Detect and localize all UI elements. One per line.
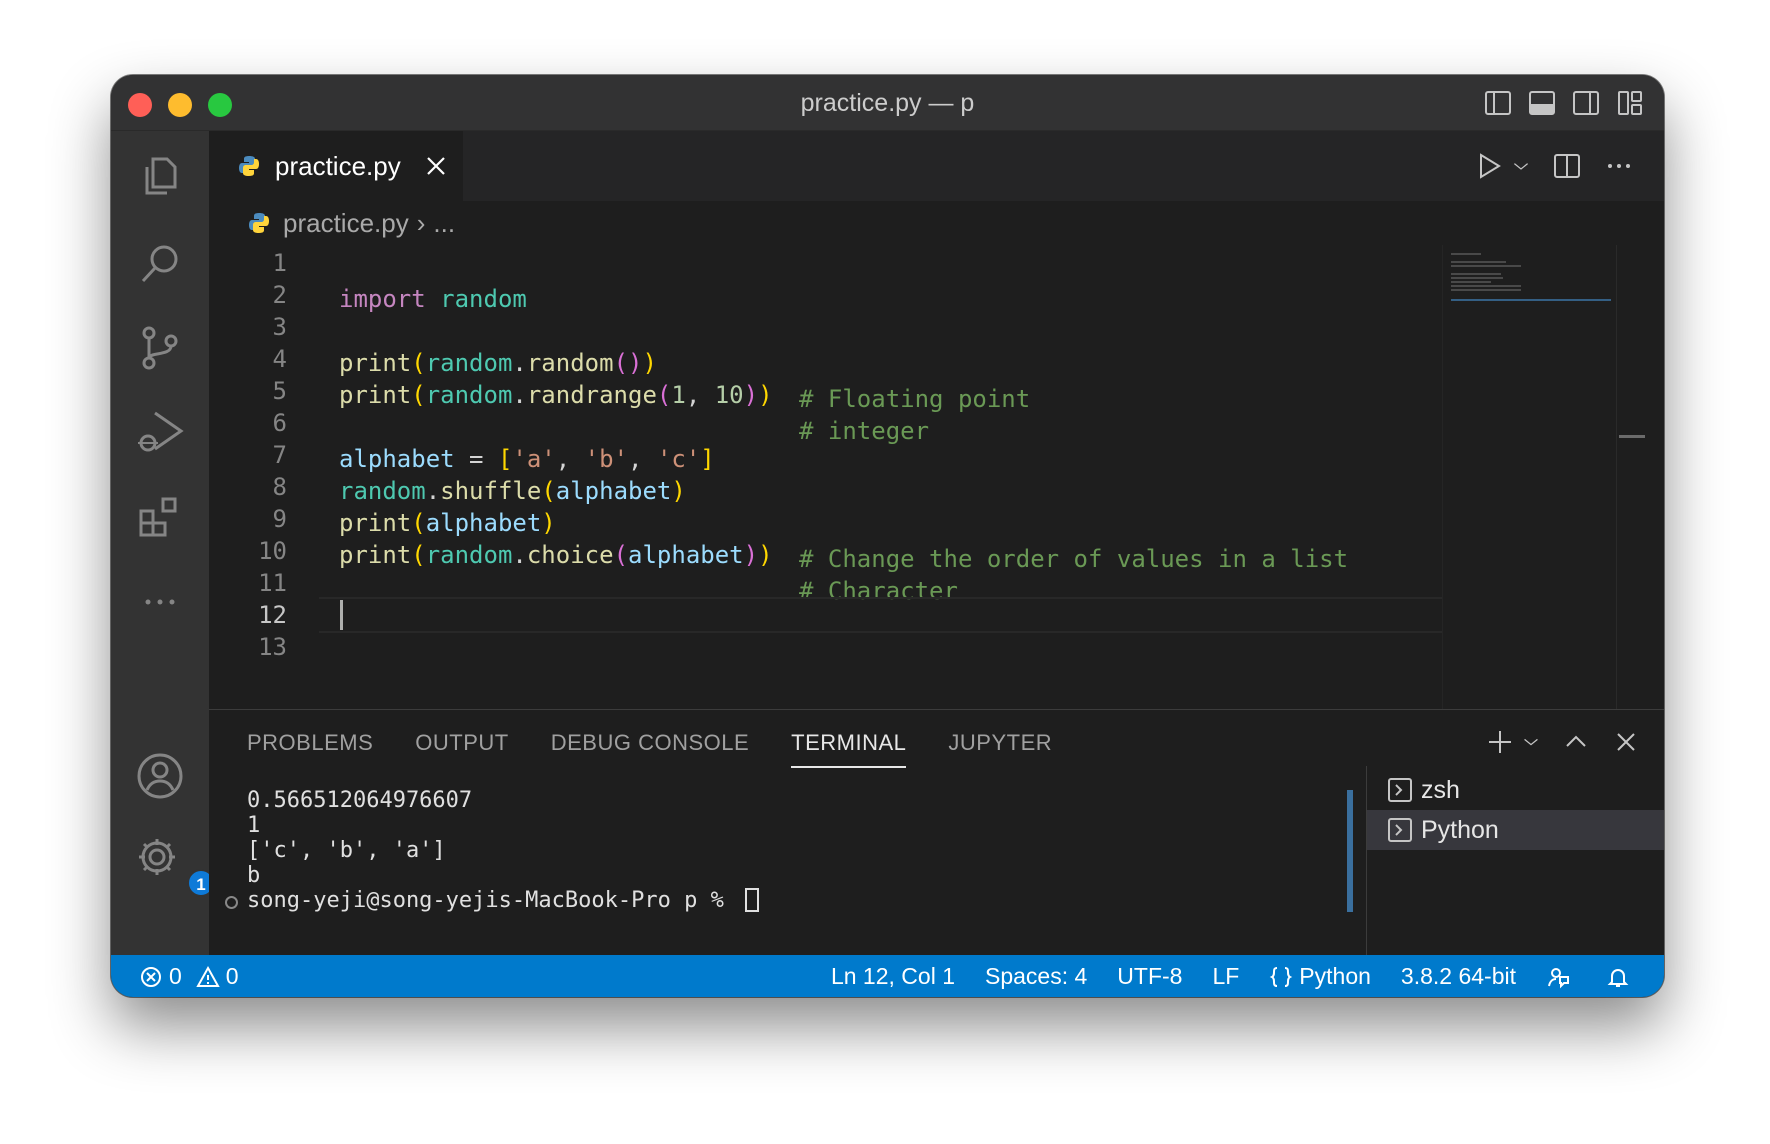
chevron-down-icon[interactable]	[1512, 151, 1530, 181]
error-icon	[141, 966, 161, 987]
status-bar: 0 0 Ln 12, Col 1 Spaces: 4 UTF-8 LF Pyth…	[111, 955, 1664, 997]
toggle-secondary-sidebar-icon[interactable]	[1572, 89, 1600, 117]
terminal-prompt-line: song-yeji@song-yejis-MacBook-Pro p %	[247, 888, 1257, 913]
terminal-scrollbar[interactable]	[1347, 790, 1353, 912]
tab-problems[interactable]: PROBLEMS	[247, 730, 373, 768]
code-editor[interactable]: 1 2 3 4 5 6 7 8 9 10 11 12 13 import random print(ra…	[209, 245, 1442, 709]
editor-tab-bar: practice.py	[209, 131, 1664, 201]
code-line-12	[209, 597, 1442, 633]
vscode-window: practice.py — p 1 practice.py practice.p…	[111, 75, 1664, 997]
status-right-items: Ln 12, Col 1 Spaces: 4 UTF-8 LF Python 3…	[801, 963, 1636, 990]
manage-gear-icon[interactable]: 1	[135, 835, 215, 897]
terminal-cursor	[745, 888, 760, 912]
explorer-icon[interactable]	[135, 151, 185, 201]
terminal-icon	[1388, 778, 1412, 802]
code-line-4: print(random.randrange(1, 10)) # integer	[339, 381, 930, 445]
terminal-prompt: song-yeji@song-yejis-MacBook-Pro p %	[247, 888, 738, 913]
problems-status[interactable]: 0 0	[139, 963, 239, 990]
terminal-line: 1	[247, 813, 261, 838]
editor-actions	[1474, 151, 1634, 181]
chevron-right-icon: ›	[416, 207, 426, 238]
terminal-line: b	[247, 863, 261, 888]
tab-terminal[interactable]: TERMINAL	[791, 730, 907, 768]
breadcrumb-more[interactable]: ...	[433, 208, 455, 239]
encoding[interactable]: UTF-8	[1117, 963, 1182, 990]
title-bar: practice.py — p	[111, 75, 1664, 131]
accounts-icon[interactable]	[135, 751, 185, 801]
code-line-6: alphabet = ['a', 'b', 'c']	[339, 445, 715, 473]
tab-practice-py[interactable]: practice.py	[209, 131, 463, 201]
more-views-icon[interactable]	[135, 577, 185, 627]
panel-tabs: PROBLEMS OUTPUT DEBUG CONSOLE TERMINAL J…	[247, 730, 1094, 768]
new-terminal-icon[interactable]	[1486, 728, 1514, 756]
indentation[interactable]: Spaces: 4	[985, 963, 1087, 990]
maximize-panel-icon[interactable]	[1562, 728, 1590, 756]
code-line-8: print(alphabet) # Change the order of va…	[339, 509, 1349, 573]
tab-jupyter[interactable]: JUPYTER	[948, 730, 1052, 768]
python-interpreter[interactable]: 3.8.2 64-bit	[1401, 963, 1516, 990]
code-line-9: print(random.choice(alphabet)) # Charact…	[339, 541, 958, 605]
tab-output[interactable]: OUTPUT	[415, 730, 508, 768]
customize-layout-icon[interactable]	[1616, 89, 1644, 117]
run-and-debug-icon[interactable]	[135, 407, 185, 457]
bottom-panel: PROBLEMS OUTPUT DEBUG CONSOLE TERMINAL J…	[209, 709, 1664, 955]
breadcrumb-file[interactable]: practice.py	[283, 208, 409, 239]
cursor-position[interactable]: Ln 12, Col 1	[831, 963, 955, 990]
terminal-list: zsh Python	[1366, 766, 1664, 955]
terminal-item-python[interactable]: Python	[1367, 810, 1664, 850]
run-python-file-icon[interactable]	[1474, 151, 1504, 181]
line-number-row: 13	[209, 629, 1442, 665]
python-file-icon	[249, 213, 269, 233]
warning-icon	[196, 965, 220, 987]
text-cursor	[340, 600, 343, 630]
feedback-icon[interactable]	[1546, 965, 1576, 989]
source-control-icon[interactable]	[135, 323, 185, 373]
notifications-bell-icon[interactable]	[1606, 965, 1636, 989]
search-icon[interactable]	[135, 239, 185, 289]
scroll-position-marker	[1619, 435, 1645, 438]
terminal-item-zsh[interactable]: zsh	[1367, 770, 1664, 810]
code-line-3: print(random.random()) # Floating point	[339, 349, 1031, 413]
close-icon[interactable]	[425, 155, 447, 177]
close-panel-icon[interactable]	[1612, 728, 1640, 756]
code-line-7: random.shuffle(alphabet)	[339, 477, 686, 505]
braces-icon	[1270, 966, 1293, 987]
editor-scrollbar[interactable]	[1616, 245, 1664, 709]
window-title: practice.py — p	[800, 89, 975, 117]
terminal-output[interactable]: 0.566512064976607 1 ['c', 'b', 'a'] b so…	[225, 788, 1257, 948]
minimap[interactable]	[1442, 245, 1616, 709]
command-status-icon	[225, 896, 238, 909]
terminal-line: ['c', 'b', 'a']	[247, 838, 446, 863]
split-editor-icon[interactable]	[1552, 151, 1582, 181]
panel-actions	[1486, 728, 1640, 756]
toggle-panel-icon[interactable]	[1528, 89, 1556, 117]
toggle-primary-sidebar-icon[interactable]	[1484, 89, 1512, 117]
breadcrumb: practice.py › ...	[209, 201, 1664, 245]
chevron-down-icon[interactable]	[1522, 728, 1540, 756]
current-line-highlight	[319, 597, 1442, 633]
python-file-icon	[239, 156, 259, 176]
terminal-icon	[1388, 818, 1412, 842]
error-count: 0	[169, 963, 182, 989]
extensions-icon[interactable]	[135, 493, 185, 543]
end-of-line[interactable]: LF	[1212, 963, 1239, 990]
layout-controls	[1484, 89, 1644, 117]
warning-count: 0	[225, 963, 239, 989]
code-line-1: import random	[339, 285, 527, 313]
terminal-line: 0.566512064976607	[247, 788, 473, 813]
terminal-item-label: Python	[1421, 815, 1499, 844]
activity-bar: 1	[111, 131, 215, 955]
tab-debug-console[interactable]: DEBUG CONSOLE	[551, 730, 749, 768]
language-mode[interactable]: Python	[1269, 963, 1371, 990]
terminal-item-label: zsh	[1421, 775, 1460, 804]
tab-label: practice.py	[275, 150, 401, 181]
more-actions-icon[interactable]	[1604, 151, 1634, 181]
